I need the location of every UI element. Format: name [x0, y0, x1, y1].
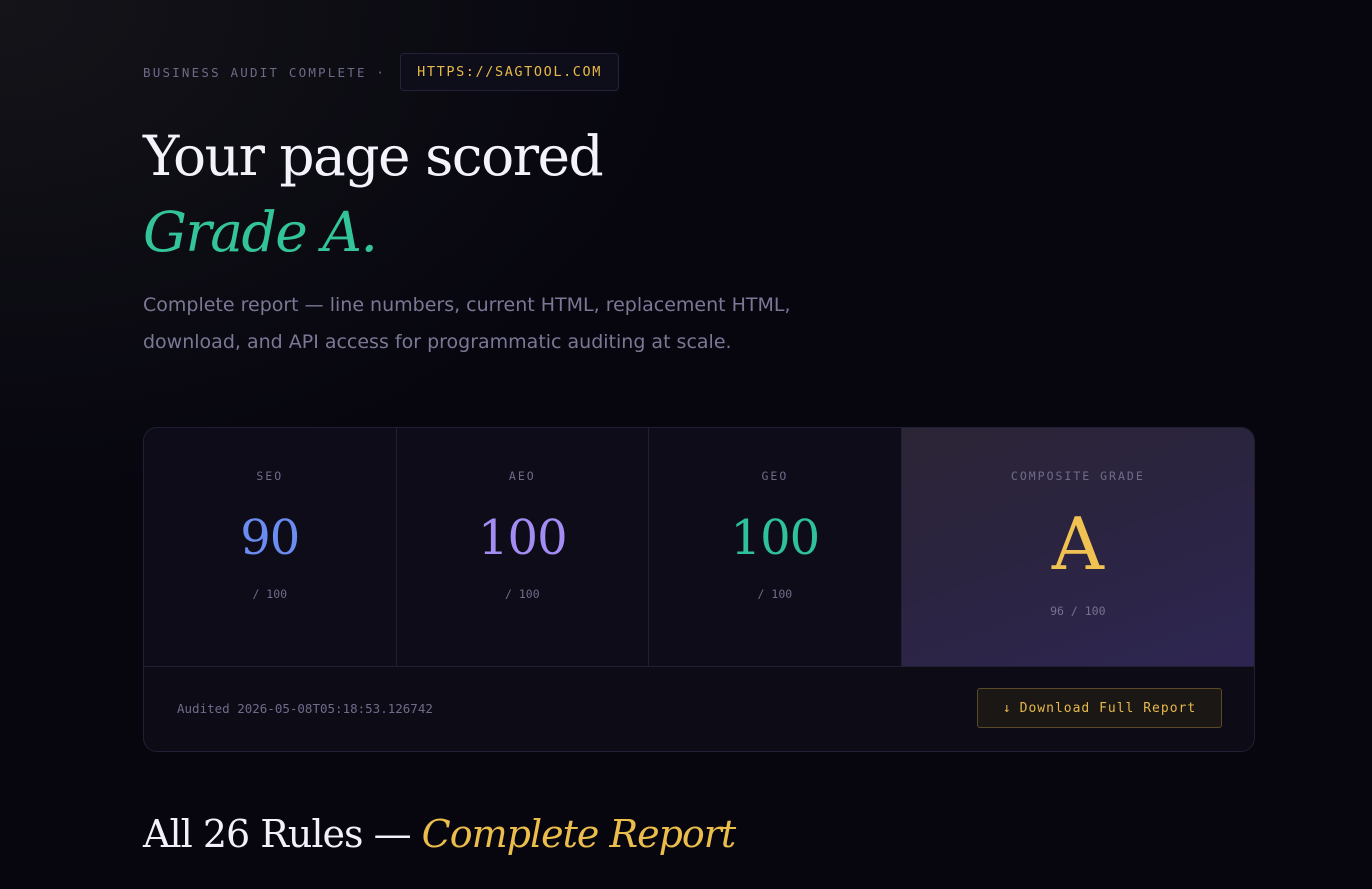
score-cell-composite: COMPOSITE GRADE A 96 / 100 [901, 428, 1254, 666]
score-summary-card: SEO 90 / 100 AEO 100 / 100 GEO 100 / 100… [143, 427, 1255, 752]
score-label-aeo: AEO [508, 469, 536, 483]
score-max-geo: / 100 [757, 587, 793, 601]
score-label-geo: GEO [761, 469, 789, 483]
score-cell-seo: SEO 90 / 100 [144, 428, 397, 666]
download-report-button[interactable]: ↓ Download Full Report [977, 688, 1222, 728]
page-title: Your page scored Grade A. [143, 118, 604, 270]
score-label-composite: COMPOSITE GRADE [1010, 469, 1145, 483]
download-button-label: Download Full Report [1019, 700, 1197, 716]
score-grid: SEO 90 / 100 AEO 100 / 100 GEO 100 / 100… [144, 428, 1254, 667]
page-title-line: Your page scored [143, 124, 604, 188]
score-value-seo: 90 [240, 510, 300, 566]
score-max-aeo: / 100 [505, 587, 540, 601]
audit-status-label: BUSINESS AUDIT COMPLETE · [143, 64, 387, 80]
score-value-geo: 100 [730, 510, 821, 566]
composite-grade-letter: A [1051, 502, 1104, 586]
page-title-grade: Grade A. [143, 200, 378, 264]
audit-status-bar: BUSINESS AUDIT COMPLETE · HTTPS://SAGTOO… [143, 53, 619, 91]
download-arrow-icon: ↓ [1002, 700, 1012, 716]
rules-section-title-main: All 26 Rules — [143, 812, 412, 856]
audited-url-badge[interactable]: HTTPS://SAGTOOL.COM [400, 53, 619, 91]
score-label-seo: SEO [256, 469, 284, 483]
score-max-seo: / 100 [252, 587, 288, 601]
card-footer: Audited 2026-05-08T05:18:53.126742 ↓ Dow… [144, 667, 1254, 751]
page-subtitle: Complete report — line numbers, current … [143, 294, 791, 353]
score-value-aeo: 100 [478, 510, 568, 566]
score-cell-geo: GEO 100 / 100 [649, 428, 902, 666]
score-cell-aeo: AEO 100 / 100 [396, 428, 650, 666]
rules-section-title: All 26 Rules — Complete Report [143, 808, 737, 860]
composite-score: 96 / 100 [1050, 604, 1106, 618]
rules-section-title-accent: Complete Report [421, 812, 737, 856]
audit-timestamp: Audited 2026-05-08T05:18:53.126742 [177, 701, 433, 716]
